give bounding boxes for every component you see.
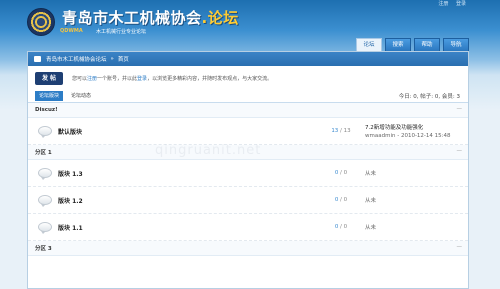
- notice-bar: 发 帖 您可以注册一个账号，并以此登录，以浏览更多精彩内容，并随时发布观点，与大…: [28, 66, 468, 90]
- nav-search[interactable]: 搜索: [385, 38, 411, 51]
- category-name[interactable]: Discuz!: [35, 107, 58, 113]
- forum-status-icon: [38, 195, 52, 207]
- forum-row: 版块 1.3 0 / 0 从未: [28, 160, 468, 187]
- last-post-user-link[interactable]: wmaadmin: [365, 133, 395, 139]
- forum-row: 版块 1.1 0 / 0 从未: [28, 214, 468, 241]
- forum-container: 青岛市木工机械协会论坛 » 首页 发 帖 您可以注册一个账号，并以此登录，以浏览…: [27, 51, 469, 289]
- category-list: Discuz! — 默认版块 13 / 13 7.2新增功能及功能强化 wmaadmin …: [28, 103, 468, 256]
- last-post-meta: wmaadmin - 2010-12-14 15:48: [365, 133, 451, 139]
- forum-status-icon: [38, 168, 52, 180]
- post-count: 13: [343, 128, 351, 134]
- tab-forums[interactable]: 论坛版块: [35, 91, 64, 101]
- site-logo-icon[interactable]: [27, 8, 55, 36]
- home-icon[interactable]: [34, 56, 41, 62]
- forum-status-icon: [38, 222, 52, 234]
- nav-help[interactable]: 帮助: [414, 38, 440, 51]
- breadcrumb: 青岛市木工机械协会论坛 » 首页: [28, 52, 468, 66]
- watermark: qingruanit.net: [155, 143, 262, 158]
- forum-name-link[interactable]: 版块 1.2: [58, 196, 318, 205]
- notice-middle: 一个账号，并以此: [97, 75, 138, 82]
- forum-name-link[interactable]: 默认版块: [58, 127, 318, 136]
- notice-prefix: 您可以: [72, 75, 88, 82]
- nav-forum[interactable]: 论坛: [356, 38, 382, 51]
- forum-counts: 0 / 0: [326, 224, 356, 230]
- site-brand: QDWMA: [60, 28, 83, 34]
- site-subtitle: 木工机械行业专业论坛: [96, 29, 147, 35]
- post-count: 0: [343, 224, 348, 230]
- last-post-title-link[interactable]: 7.2新增功能及功能强化: [365, 123, 451, 131]
- forum-status-icon: [38, 126, 52, 138]
- forum-name-link[interactable]: 版块 1.3: [58, 169, 318, 178]
- category-name[interactable]: 分区 1: [35, 148, 52, 156]
- register-link[interactable]: 注册: [438, 1, 448, 7]
- breadcrumb-site[interactable]: 青岛市木工机械协会论坛: [46, 55, 107, 63]
- last-post: 从未: [365, 171, 377, 177]
- site-title-main: 青岛市木工机械协会: [62, 9, 202, 27]
- site-title: 青岛市木工机械协会.论坛: [62, 7, 239, 28]
- post-count: 0: [343, 197, 348, 203]
- collapse-icon[interactable]: —: [457, 106, 463, 112]
- forum-row: 默认版块 13 / 13 7.2新增功能及功能强化 wmaadmin - 2010-1…: [28, 118, 468, 145]
- last-post: 从未: [365, 225, 377, 231]
- site-title-accent: .论坛: [201, 9, 239, 27]
- forum-stats: 今日: 0, 帖子: 0, 会员: 3: [398, 94, 460, 100]
- breadcrumb-separator: »: [110, 56, 114, 62]
- forum-row: 版块 1.2 0 / 0 从未: [28, 187, 468, 214]
- breadcrumb-current: 首页: [117, 57, 129, 63]
- post-count: 0: [343, 170, 348, 176]
- nav-guide[interactable]: 导航: [443, 38, 469, 51]
- category-name[interactable]: 分区 3: [35, 244, 52, 252]
- category-header: 分区 3 —: [28, 241, 468, 256]
- collapse-icon[interactable]: —: [457, 244, 463, 250]
- last-post: 7.2新增功能及功能强化 wmaadmin - 2010-12-14 15:48: [365, 123, 451, 139]
- notice-register-link[interactable]: 注册: [87, 76, 97, 82]
- forum-counts: 13 / 13: [326, 128, 356, 134]
- login-link[interactable]: 登录: [456, 1, 466, 7]
- category-header: Discuz! —: [28, 103, 468, 118]
- last-post: 从未: [365, 198, 377, 204]
- notice-text: 您可以注册一个账号，并以此登录，以浏览更多精彩内容，并随时发布观点，与大家交流。: [72, 75, 272, 82]
- tab-activity[interactable]: 论坛动态: [67, 91, 95, 101]
- main-nav: 论坛 搜索 帮助 导航: [356, 38, 469, 51]
- notice-suffix: ，以浏览更多精彩内容，并随时发布观点，与大家交流。: [147, 75, 273, 82]
- new-post-button[interactable]: 发 帖: [35, 71, 63, 85]
- forum-counts: 0 / 0: [326, 197, 356, 203]
- last-post-time: 2010-12-14 15:48: [400, 133, 451, 139]
- collapse-icon[interactable]: —: [457, 148, 463, 154]
- forum-name-link[interactable]: 版块 1.1: [58, 223, 318, 232]
- notice-login-link[interactable]: 登录: [137, 76, 147, 82]
- forum-counts: 0 / 0: [326, 170, 356, 176]
- top-links: 注册 登录: [432, 0, 466, 7]
- tabs-row: 论坛版块 论坛动态 今日: 0, 帖子: 0, 会员: 3: [28, 90, 468, 103]
